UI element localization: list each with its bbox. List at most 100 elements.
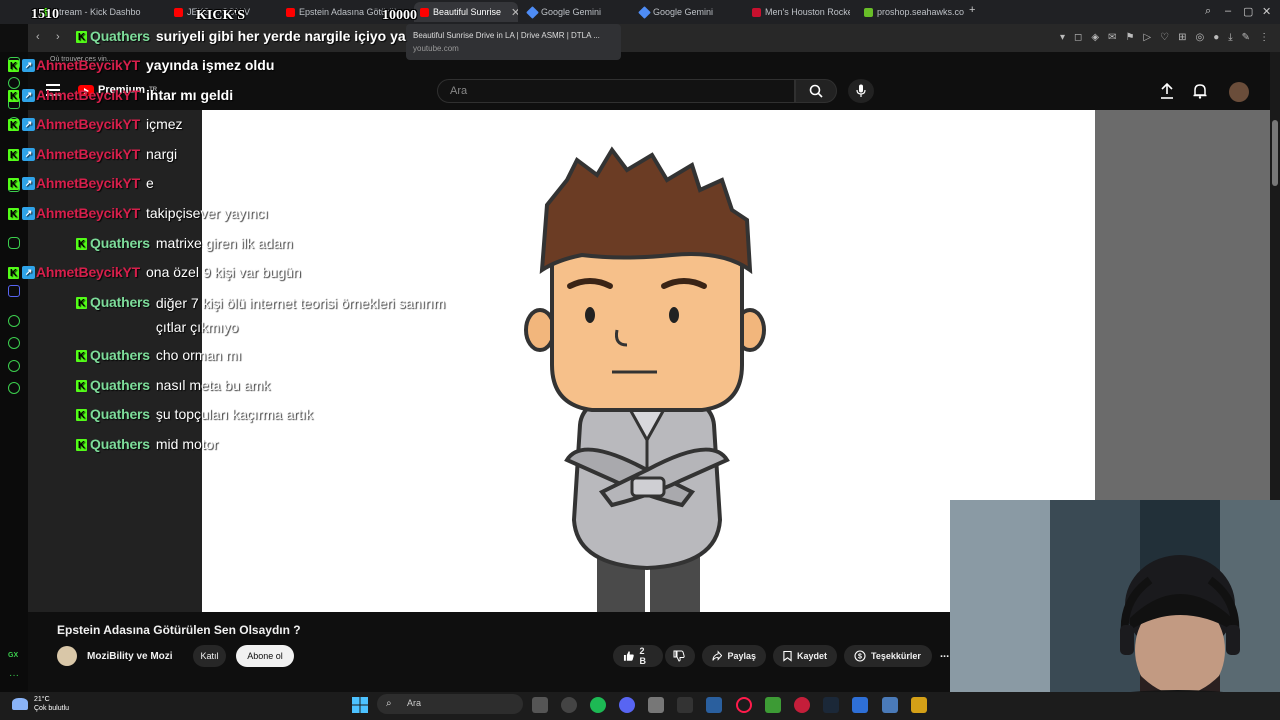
sidebar-icon[interactable]	[8, 360, 20, 372]
windows-start-icon[interactable]	[352, 697, 368, 713]
app-icon[interactable]	[765, 697, 781, 713]
instagram-icon[interactable]	[8, 237, 20, 249]
thanks-button[interactable]: $ Teşekkürler	[844, 645, 932, 667]
app-icon[interactable]	[794, 697, 810, 713]
heart-icon[interactable]: ♡	[1160, 32, 1169, 43]
share-button[interactable]: Paylaş	[702, 645, 766, 667]
browser-tab[interactable]: Google Gemini	[634, 2, 740, 22]
close-window-icon[interactable]: ✕	[1262, 5, 1271, 18]
history-icon[interactable]	[8, 337, 20, 349]
tab-favicon-icon	[752, 7, 761, 17]
kick-badge-icon: K	[8, 208, 19, 220]
menu-icon[interactable]: ⋮	[1259, 32, 1269, 43]
gemini-icon	[526, 5, 539, 19]
maximize-icon[interactable]: ▢	[1243, 5, 1253, 18]
channel-avatar[interactable]	[57, 646, 77, 666]
dislike-button[interactable]	[665, 645, 695, 667]
chat-message: K Quathers diğer 7 kişi ölü internet teori…	[76, 294, 446, 335]
task-view-icon[interactable]	[532, 697, 548, 713]
app-icon[interactable]	[852, 697, 868, 713]
taskbar-search-input[interactable]: Ara	[377, 694, 523, 714]
extension-icon[interactable]: ◻	[1074, 32, 1082, 43]
kick-badge-icon: K	[76, 238, 87, 250]
extension-icon[interactable]: ▾	[1060, 32, 1065, 43]
kick-badge-icon: K	[8, 149, 19, 161]
extension-icon[interactable]: ▷	[1143, 32, 1151, 43]
extension-icon[interactable]: ⊞	[1178, 32, 1186, 43]
minimize-icon[interactable]: –	[1225, 5, 1231, 17]
opera-gx-icon[interactable]	[561, 697, 577, 713]
extension-icon[interactable]: ◎	[1195, 32, 1204, 43]
chat-message: K Quathers mid motor	[76, 436, 219, 452]
svg-text:$: $	[858, 654, 862, 661]
extension-icon[interactable]: ⚑	[1125, 32, 1134, 43]
thumbs-down-icon	[673, 650, 685, 662]
search-tabs-icon[interactable]: ⌕	[1205, 5, 1211, 18]
extension-toolbar: ▾ ◻ ◈ ✉ ⚑ ▷ ♡ ⊞ ◎ ● ⤓ ✎ ⋮	[1060, 32, 1269, 43]
new-tab-button[interactable]: +	[969, 4, 975, 16]
tab-favicon-icon	[864, 7, 873, 17]
more-icon[interactable]: ···	[9, 670, 19, 681]
tooltip-url: youtube.com	[413, 44, 459, 53]
kick-badge-icon: K	[76, 409, 87, 421]
browser-tab[interactable]: proshop.seahawks.co	[858, 2, 966, 22]
upload-icon[interactable]	[1160, 82, 1174, 104]
streamer-webcam-image	[950, 500, 1280, 720]
app-icon[interactable]	[677, 697, 693, 713]
discord-icon[interactable]	[8, 285, 20, 297]
tab-favicon-icon	[420, 7, 429, 17]
save-button[interactable]: Kaydet	[773, 645, 837, 667]
weather-widget[interactable]: 21°C Çok bulutlu	[34, 695, 69, 713]
app-icon[interactable]	[882, 697, 898, 713]
overlay-right-score: 10000	[382, 8, 417, 23]
app-icon[interactable]	[911, 697, 927, 713]
kick-badge-icon: K	[76, 439, 87, 451]
search-input[interactable]: Ara	[437, 79, 795, 103]
back-arrow-icon[interactable]: ‹	[36, 31, 40, 43]
app-icon[interactable]	[706, 697, 722, 713]
bookmark-icon	[783, 650, 792, 662]
extension-icon[interactable]: ✎	[1242, 32, 1250, 43]
mic-icon	[856, 84, 866, 97]
steam-icon[interactable]	[823, 697, 839, 713]
extension-icon[interactable]: ✉	[1108, 32, 1116, 43]
channel-name[interactable]: MoziBility ve Mozi	[87, 651, 173, 662]
browser-tab[interactable]: Google Gemini	[522, 2, 628, 22]
browser-tab[interactable]: Men's Houston Rocke	[746, 2, 850, 22]
opera-icon[interactable]	[736, 697, 752, 713]
spotify-icon[interactable]	[590, 697, 606, 713]
chat-message: K ↗ AhmetBeycikYT ihtar mı geldi	[8, 87, 234, 103]
avatar[interactable]	[1229, 82, 1249, 102]
forward-arrow-icon[interactable]: ›	[56, 31, 60, 43]
extension-icon[interactable]: ◈	[1091, 32, 1099, 43]
kick-badge-icon: K	[76, 380, 87, 392]
gx-icon[interactable]: GX	[8, 652, 18, 659]
twitch-badge-icon: ↗	[22, 118, 35, 131]
app-icon[interactable]	[648, 697, 664, 713]
scrollbar-thumb[interactable]	[1272, 120, 1278, 186]
weather-icon[interactable]	[12, 698, 28, 710]
settings-icon[interactable]	[8, 382, 20, 394]
subscribe-button[interactable]: Abone ol	[236, 645, 294, 667]
avatar[interactable]: ●	[1213, 32, 1219, 43]
browser-tab-active[interactable]: Beautiful Sunrise ✕	[414, 2, 518, 22]
more-actions-button[interactable]: ...	[940, 648, 949, 660]
discord-icon[interactable]	[619, 697, 635, 713]
background-panel	[1095, 110, 1270, 500]
kick-badge-icon: K	[76, 31, 87, 43]
close-tab-icon[interactable]: ✕	[511, 6, 518, 19]
search-icon	[809, 84, 823, 98]
search-button[interactable]	[795, 79, 837, 103]
like-button[interactable]: 2 B	[613, 645, 663, 667]
kick-badge-icon: K	[76, 297, 87, 309]
gemini-icon	[638, 5, 651, 19]
join-button[interactable]: Katıl	[193, 645, 226, 667]
thanks-icon: $	[854, 650, 866, 662]
kick-badge-icon: K	[8, 267, 19, 279]
voice-search-button[interactable]	[848, 79, 874, 103]
sidebar-icon[interactable]	[8, 315, 20, 327]
bell-icon[interactable]	[1193, 83, 1207, 104]
chat-message: K ↗ AhmetBeycikYT e	[8, 175, 154, 191]
download-icon[interactable]: ⤓	[1228, 32, 1232, 43]
twitch-badge-icon: ↗	[22, 207, 35, 220]
